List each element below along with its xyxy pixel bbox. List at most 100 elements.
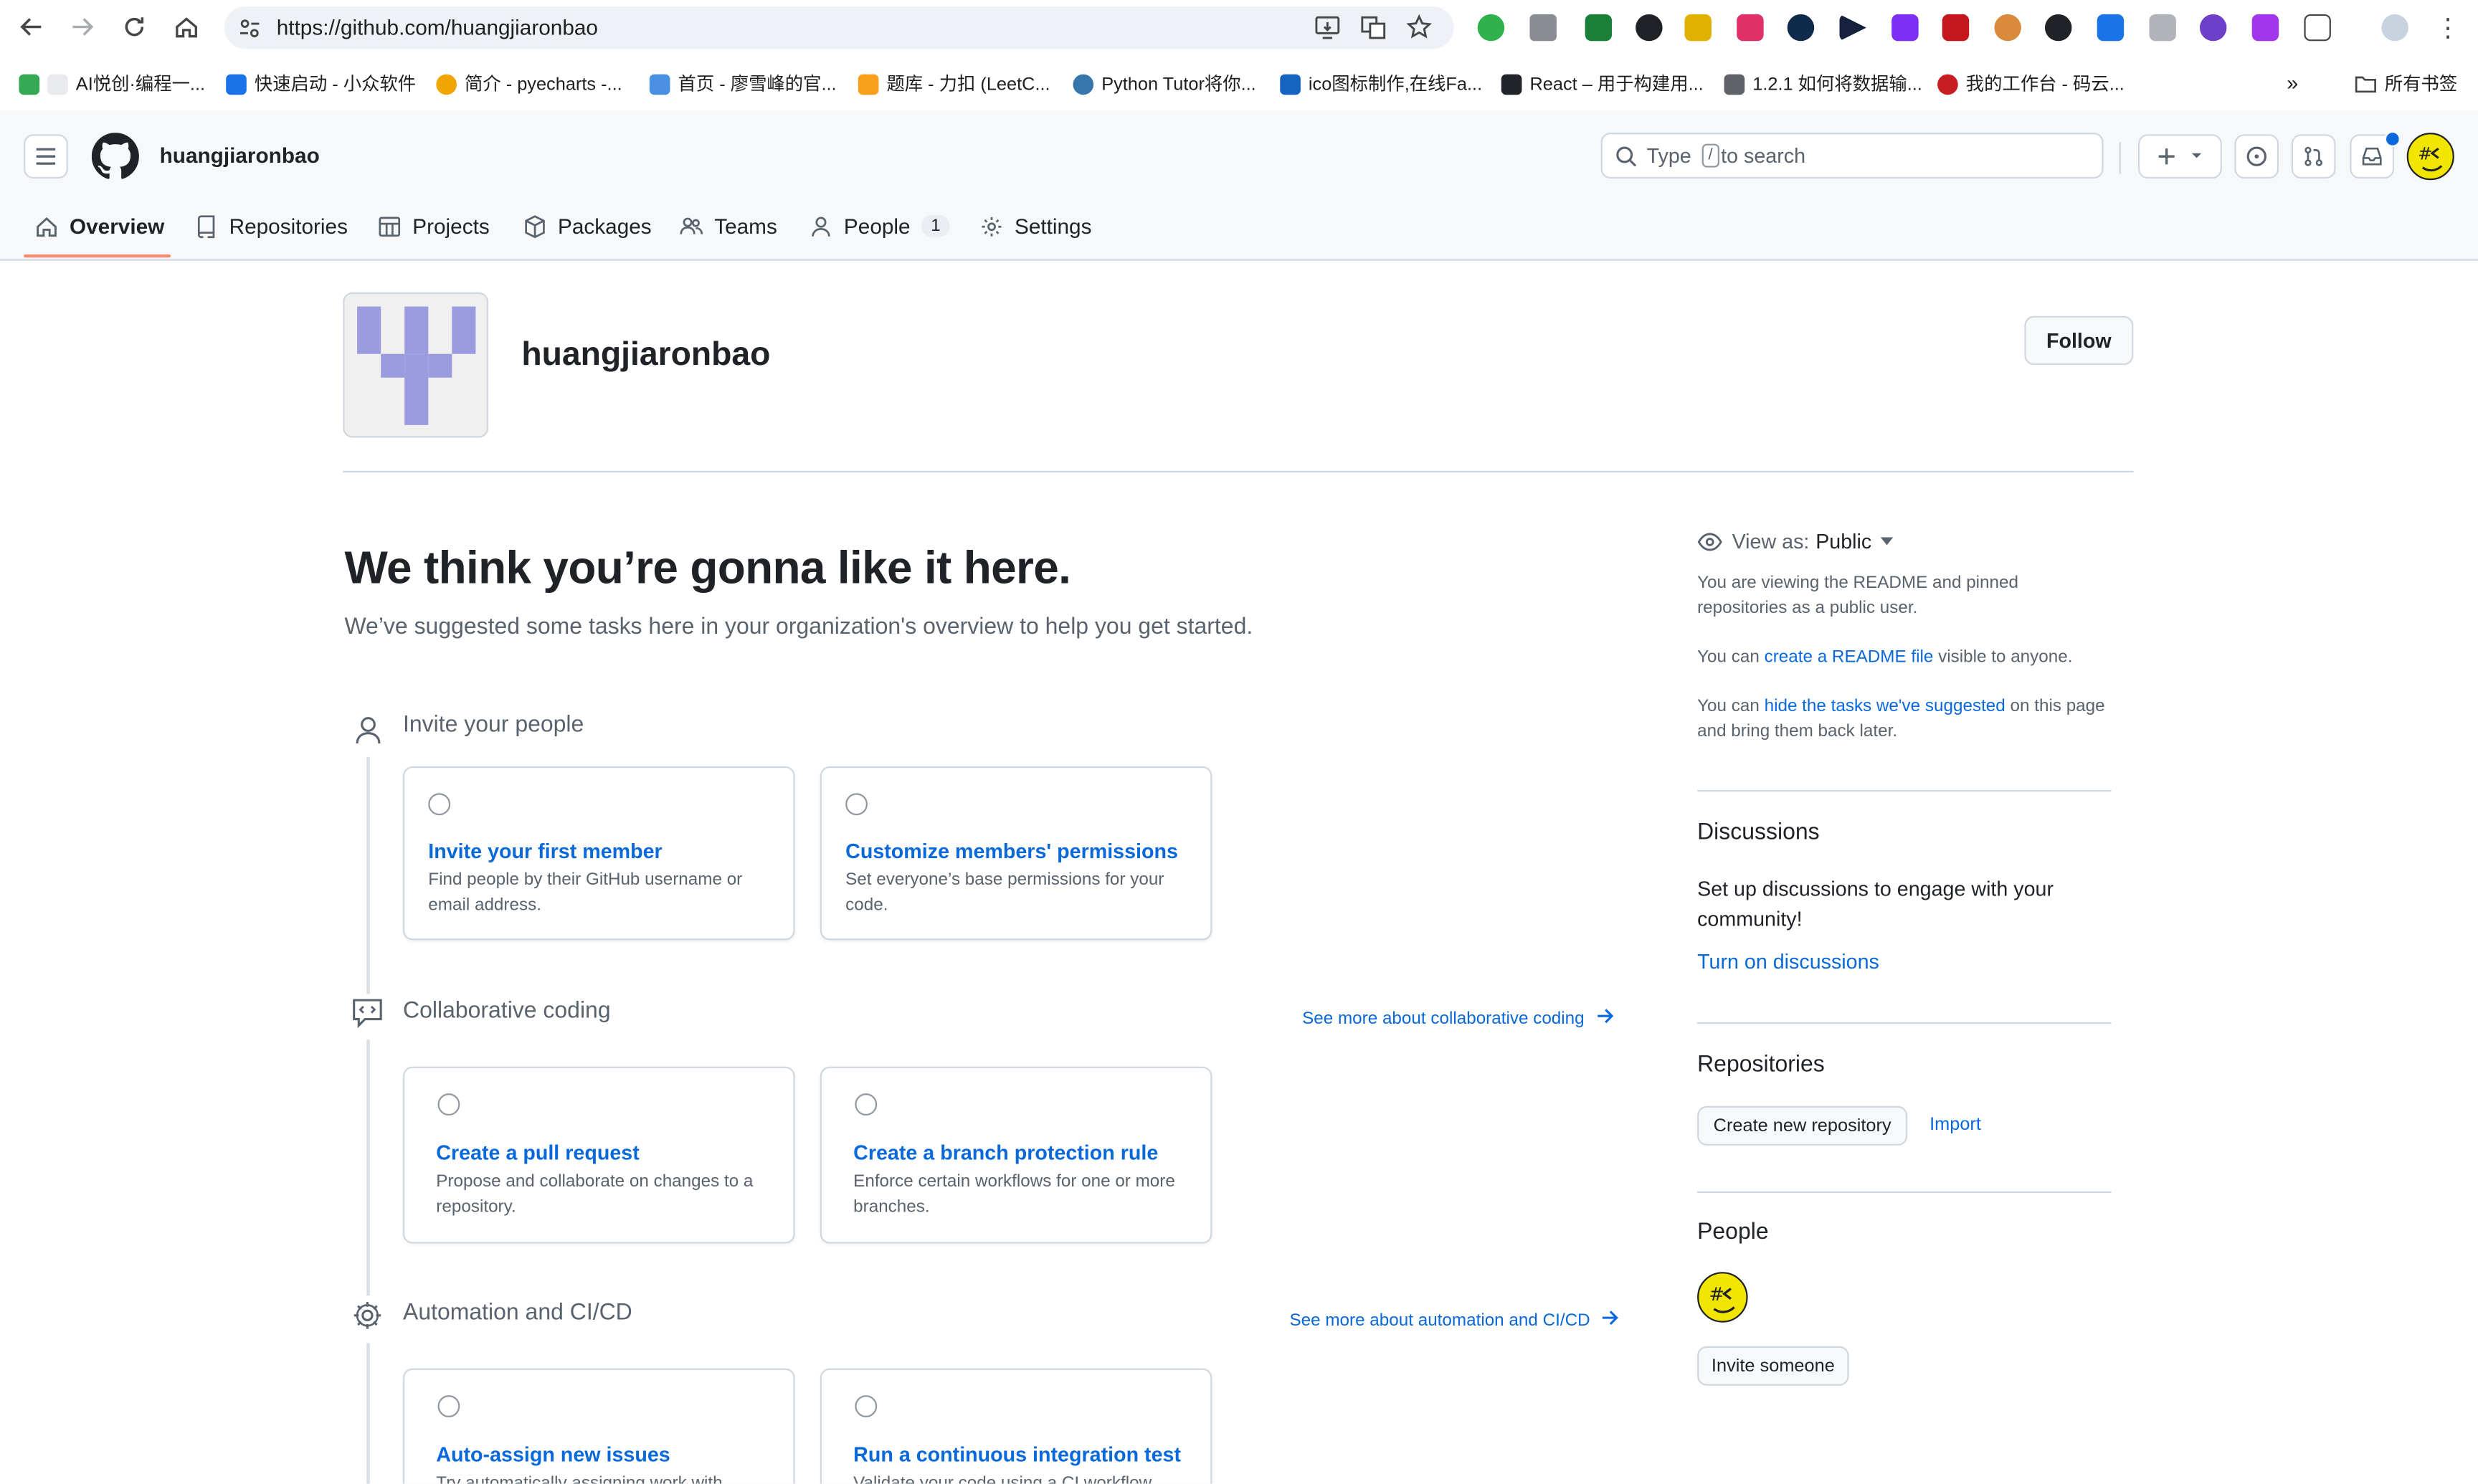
bookmark-item[interactable]: 首页 - 廖雪峰的官...	[649, 71, 837, 96]
invite-someone-button[interactable]: Invite someone	[1697, 1346, 1849, 1386]
task-title[interactable]: Auto-assign new issues	[436, 1442, 670, 1466]
bookmark-item[interactable]: 1.2.1 如何将数据输...	[1724, 71, 1922, 96]
task-checkbox[interactable]	[855, 1395, 878, 1417]
tab-projects[interactable]: Projects	[378, 209, 490, 243]
readme-hint: You can create a README file visible to …	[1697, 647, 2073, 667]
task-card-pull-request[interactable]: Create a pull request Propose and collab…	[403, 1066, 795, 1244]
bookmark-item[interactable]: 题库 - 力扣 (LeetC...	[858, 71, 1050, 96]
tab-repositories[interactable]: Repositories	[194, 209, 348, 243]
tab-overview[interactable]: Overview	[34, 209, 164, 243]
extension-icon[interactable]	[1787, 14, 1815, 42]
member-avatar[interactable]: #	[1697, 1272, 1748, 1323]
tab-teams[interactable]: Teams	[680, 209, 777, 243]
bookmark-item[interactable]: AI悦创·编程一...	[19, 71, 205, 96]
extensions-puzzle-icon[interactable]	[2304, 14, 2331, 42]
github-extension-icon[interactable]	[2044, 14, 2072, 42]
camera-extension-icon[interactable]	[1529, 14, 1557, 42]
translate-icon[interactable]	[1361, 16, 1386, 47]
create-readme-link[interactable]: create a README file	[1765, 648, 1934, 667]
org-name[interactable]: huangjiaronbao	[160, 144, 320, 168]
create-new-repository-button[interactable]: Create new repository	[1697, 1105, 1908, 1146]
task-title[interactable]: Run a continuous integration test	[853, 1442, 1181, 1466]
forward-icon[interactable]	[65, 9, 99, 44]
sidebar-divider	[1697, 1022, 2112, 1024]
pull-requests-icon[interactable]	[2291, 134, 2336, 179]
section-title-collaborative-coding: Collaborative coding	[403, 998, 611, 1024]
see-more-collaborative-link[interactable]: See more about collaborative coding	[1302, 1008, 1615, 1029]
create-new-button[interactable]	[2138, 134, 2222, 179]
sidebar-divider	[1697, 1191, 2112, 1194]
bookmark-item[interactable]: ico图标制作,在线Fa...	[1280, 71, 1482, 96]
bookmark-star-icon[interactable]	[1406, 14, 1433, 47]
install-app-icon[interactable]	[1315, 16, 1340, 47]
view-as-dropdown[interactable]: View as: Public	[1697, 529, 1894, 553]
extension-icon[interactable]	[1942, 14, 1970, 42]
task-card-branch-protection[interactable]: Create a branch protection rule Enforce …	[820, 1066, 1212, 1244]
extension-icon[interactable]	[1684, 14, 1712, 42]
task-card-auto-assign[interactable]: Auto-assign new issues Try automatically…	[403, 1368, 795, 1484]
sidebar-divider	[1697, 790, 2112, 792]
extension-icon[interactable]	[2199, 14, 2227, 42]
bookmark-item[interactable]: 我的工作台 - 码云...	[1937, 71, 2125, 96]
page-headline: We think you’re gonna like it here.	[344, 543, 1071, 594]
bookmark-item[interactable]: 简介 - pyecharts -...	[436, 71, 622, 96]
see-more-automation-link[interactable]: See more about automation and CI/CD	[1289, 1310, 1620, 1331]
repo-icon	[197, 214, 215, 237]
github-logo-icon[interactable]	[91, 133, 139, 188]
repositories-title: Repositories	[1697, 1052, 1825, 1078]
extension-icon[interactable]	[1477, 14, 1505, 42]
extension-icon[interactable]	[1636, 14, 1663, 42]
plus-icon	[2157, 148, 2201, 165]
arrow-right-icon	[1603, 1311, 1619, 1326]
import-link[interactable]: Import	[1929, 1116, 1981, 1134]
task-title[interactable]: Invite your first member	[428, 839, 662, 862]
extension-icon[interactable]	[2251, 14, 2279, 42]
site-settings-icon[interactable]	[239, 17, 261, 47]
caret-down-icon	[1881, 537, 1894, 546]
extension-icon[interactable]	[1891, 14, 1919, 42]
task-checkbox[interactable]	[437, 1093, 460, 1116]
extension-icon[interactable]	[2149, 14, 2176, 42]
task-card-invite-member[interactable]: Invite your first member Find people by …	[403, 766, 795, 941]
search-input[interactable]: Type / to search	[1600, 133, 2104, 179]
tab-people[interactable]: People 1	[809, 209, 950, 243]
code-review-icon	[351, 994, 384, 1040]
user-avatar[interactable]: #	[2406, 133, 2454, 181]
bookmark-item[interactable]: 快速启动 - 小众软件	[226, 71, 416, 96]
back-icon[interactable]	[14, 9, 49, 44]
task-checkbox[interactable]	[855, 1093, 878, 1116]
task-card-ci-test[interactable]: Run a continuous integration test Valida…	[820, 1368, 1212, 1484]
people-icon	[680, 217, 703, 234]
reload-icon[interactable]	[117, 9, 151, 44]
browser-toolbar: https://github.com/huangjiaronbao ⋮ AI悦创…	[0, 0, 2478, 113]
task-title[interactable]: Create a pull request	[436, 1141, 639, 1164]
hide-tasks-link[interactable]: hide the tasks we've suggested	[1765, 697, 2005, 715]
task-checkbox[interactable]	[845, 793, 868, 816]
profile-name: huangjiaronbao	[521, 336, 771, 374]
hamburger-menu-icon[interactable]	[24, 134, 68, 179]
task-card-member-permissions[interactable]: Customize members' permissions Set every…	[820, 766, 1212, 941]
browser-menu-icon[interactable]: ⋮	[2435, 13, 2460, 44]
download-extension-icon[interactable]	[2097, 14, 2125, 42]
extension-icon[interactable]	[1737, 14, 1764, 42]
follow-button[interactable]: Follow	[2024, 315, 2134, 366]
issues-icon[interactable]	[2234, 134, 2279, 179]
extension-icon[interactable]	[1839, 14, 1866, 42]
tab-packages[interactable]: Packages	[523, 209, 652, 243]
task-title[interactable]: Customize members' permissions	[845, 839, 1178, 862]
home-icon[interactable]	[169, 9, 204, 44]
extension-icon[interactable]	[1994, 14, 2021, 42]
task-title[interactable]: Create a branch protection rule	[853, 1141, 1158, 1164]
task-checkbox[interactable]	[437, 1395, 460, 1417]
bookmark-item[interactable]: Python Tutor将你...	[1073, 71, 1256, 96]
turn-on-discussions-link[interactable]: Turn on discussions	[1697, 950, 1879, 974]
tab-settings[interactable]: Settings	[979, 209, 1091, 243]
profile-avatar-icon[interactable]	[2381, 14, 2408, 42]
extension-icon[interactable]	[1585, 14, 1613, 42]
gear-icon	[982, 216, 1002, 236]
address-bar[interactable]: https://github.com/huangjiaronbao	[224, 6, 1454, 49]
more-bookmarks-icon[interactable]: »	[2287, 71, 2298, 95]
task-checkbox[interactable]	[428, 793, 451, 816]
all-bookmarks-folder[interactable]: 所有书签	[2355, 71, 2457, 96]
bookmark-item[interactable]: React – 用于构建用...	[1501, 71, 1704, 96]
